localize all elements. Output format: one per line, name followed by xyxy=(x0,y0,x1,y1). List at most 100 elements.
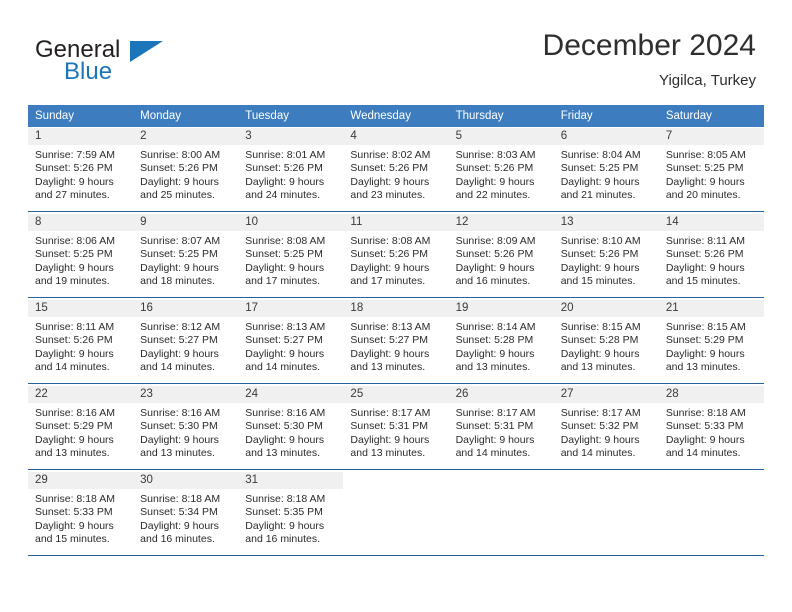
calendar-cell[interactable]: 25 Sunrise: 8:17 AM Sunset: 5:31 PM Dayligh… xyxy=(343,384,449,471)
day-cell[interactable]: 19 Sunrise: 8:14 AM Sunset: 5:28 PM Dayligh… xyxy=(448,299,554,384)
daylight-text-line1: Daylight: 9 hours xyxy=(245,519,325,532)
sunrise-text: Sunrise: 8:18 AM xyxy=(35,493,115,505)
sunset-text: Sunset: 5:26 PM xyxy=(560,248,639,261)
calendar-cell[interactable]: 13 Sunrise: 8:10 AM Sunset: 5:26 PM Dayligh… xyxy=(553,212,659,299)
sunrise-text: Sunrise: 8:16 AM xyxy=(35,407,115,419)
sunset-text: Sunset: 5:32 PM xyxy=(560,420,639,433)
day-cell[interactable]: 8 Sunrise: 8:06 AM Sunset: 5:25 PM Daylight… xyxy=(28,213,134,298)
calendar-cell[interactable]: 8 Sunrise: 8:06 AM Sunset: 5:25 PM Daylight… xyxy=(28,212,134,299)
day-cell[interactable]: 5 Sunrise: 8:03 AM Sunset: 5:26 PM Daylight… xyxy=(448,127,554,212)
calendar-cell[interactable]: 21 Sunrise: 8:15 AM Sunset: 5:29 PM Dayligh… xyxy=(658,298,764,385)
day-details: Sunrise: 8:15 AM Sunset: 5:29 PM Daylight:… xyxy=(659,317,764,375)
calendar-cell[interactable] xyxy=(448,470,554,557)
calendar-cell[interactable] xyxy=(658,470,764,557)
calendar-cell[interactable]: 6 Sunrise: 8:04 AM Sunset: 5:25 PM Daylight… xyxy=(553,127,659,213)
calendar-week-row: 1 Sunrise: 7:59 AM Sunset: 5:26 PM Daylight… xyxy=(28,127,764,213)
page-header: General Blue December 2024 Yigilca, Turk… xyxy=(0,0,792,100)
brand-triangle-icon xyxy=(130,41,163,62)
day-cell[interactable]: 17 Sunrise: 8:13 AM Sunset: 5:27 PM Dayligh… xyxy=(238,299,344,384)
calendar-cell[interactable]: 1 Sunrise: 7:59 AM Sunset: 5:26 PM Daylight… xyxy=(28,127,134,213)
daylight-text-line1: Daylight: 9 hours xyxy=(35,519,114,532)
calendar-cell[interactable]: 17 Sunrise: 8:13 AM Sunset: 5:27 PM Dayligh… xyxy=(238,298,344,385)
calendar-cell[interactable]: 2 Sunrise: 8:00 AM Sunset: 5:26 PM Daylight… xyxy=(133,127,239,213)
daylight-text-line1: Daylight: 9 hours xyxy=(560,175,640,188)
day-cell[interactable]: 20 Sunrise: 8:15 AM Sunset: 5:28 PM Dayligh… xyxy=(553,299,659,384)
day-details: Sunrise: 8:00 AM Sunset: 5:26 PM Daylight:… xyxy=(133,145,238,203)
day-cell[interactable]: 10 Sunrise: 8:08 AM Sunset: 5:25 PM Dayligh… xyxy=(238,213,344,298)
day-number xyxy=(449,472,554,489)
calendar-cell[interactable]: 3 Sunrise: 8:01 AM Sunset: 5:26 PM Daylight… xyxy=(238,127,344,213)
calendar-cell[interactable]: 29 Sunrise: 8:18 AM Sunset: 5:33 PM Dayligh… xyxy=(28,470,134,557)
calendar-cell[interactable]: 28 Sunrise: 8:18 AM Sunset: 5:33 PM Dayligh… xyxy=(658,384,764,471)
calendar-cell[interactable]: 5 Sunrise: 8:03 AM Sunset: 5:26 PM Daylight… xyxy=(448,127,554,213)
sunset-text: Sunset: 5:26 PM xyxy=(350,248,429,261)
calendar-cell[interactable]: 7 Sunrise: 8:05 AM Sunset: 5:25 PM Daylight… xyxy=(658,127,764,213)
calendar-cell[interactable]: 27 Sunrise: 8:17 AM Sunset: 5:32 PM Dayligh… xyxy=(553,384,659,471)
day-number: 12 xyxy=(448,214,554,231)
day-details: Sunrise: 8:10 AM Sunset: 5:26 PM Daylight:… xyxy=(554,231,659,289)
weekday-header-thursday: Thursday xyxy=(448,105,554,127)
day-cell[interactable]: 11 Sunrise: 8:08 AM Sunset: 5:26 PM Dayligh… xyxy=(343,213,449,298)
day-cell[interactable]: 4 Sunrise: 8:02 AM Sunset: 5:26 PM Daylight… xyxy=(343,127,449,212)
calendar-cell[interactable] xyxy=(343,470,449,557)
calendar-cell[interactable]: 31 Sunrise: 8:18 AM Sunset: 5:35 PM Dayligh… xyxy=(238,470,344,557)
sunrise-text: Sunrise: 8:11 AM xyxy=(35,321,115,333)
day-cell[interactable]: 9 Sunrise: 8:07 AM Sunset: 5:25 PM Daylight… xyxy=(133,213,239,298)
calendar-cell[interactable]: 4 Sunrise: 8:02 AM Sunset: 5:26 PM Daylight… xyxy=(343,127,449,213)
sunrise-text: Sunrise: 8:13 AM xyxy=(350,321,431,333)
day-number: 26 xyxy=(448,386,554,403)
day-cell[interactable]: 15 Sunrise: 8:11 AM Sunset: 5:26 PM Dayligh… xyxy=(28,299,134,384)
day-cell[interactable]: 26 Sunrise: 8:17 AM Sunset: 5:31 PM Dayligh… xyxy=(448,385,554,470)
day-cell[interactable]: 3 Sunrise: 8:01 AM Sunset: 5:26 PM Daylight… xyxy=(238,127,344,212)
day-cell[interactable]: 18 Sunrise: 8:13 AM Sunset: 5:27 PM Dayligh… xyxy=(343,299,449,384)
day-cell[interactable]: 6 Sunrise: 8:04 AM Sunset: 5:25 PM Daylight… xyxy=(553,127,659,212)
calendar-cell[interactable]: 18 Sunrise: 8:13 AM Sunset: 5:27 PM Dayligh… xyxy=(343,298,449,385)
calendar-cell[interactable]: 19 Sunrise: 8:14 AM Sunset: 5:28 PM Dayligh… xyxy=(448,298,554,385)
general-blue-logo[interactable]: General Blue xyxy=(35,36,245,88)
sunset-text: Sunset: 5:25 PM xyxy=(665,162,744,175)
calendar-table: Sunday Monday Tuesday Wednesday Thursday… xyxy=(28,105,764,557)
calendar-week-row: 29 Sunrise: 8:18 AM Sunset: 5:33 PM Dayligh… xyxy=(28,470,764,557)
calendar-cell[interactable]: 22 Sunrise: 8:16 AM Sunset: 5:29 PM Dayligh… xyxy=(28,384,134,471)
calendar-cell[interactable]: 14 Sunrise: 8:11 AM Sunset: 5:26 PM Dayligh… xyxy=(658,212,764,299)
calendar-cell[interactable]: 16 Sunrise: 8:12 AM Sunset: 5:27 PM Dayligh… xyxy=(133,298,239,385)
day-cell[interactable]: 28 Sunrise: 8:18 AM Sunset: 5:33 PM Dayligh… xyxy=(658,385,764,470)
day-cell[interactable]: 13 Sunrise: 8:10 AM Sunset: 5:26 PM Dayligh… xyxy=(553,213,659,298)
calendar-cell[interactable]: 11 Sunrise: 8:08 AM Sunset: 5:26 PM Dayligh… xyxy=(343,212,449,299)
day-cell[interactable]: 16 Sunrise: 8:12 AM Sunset: 5:27 PM Dayligh… xyxy=(133,299,239,384)
day-cell[interactable]: 27 Sunrise: 8:17 AM Sunset: 5:32 PM Dayligh… xyxy=(553,385,659,470)
calendar-cell[interactable]: 12 Sunrise: 8:09 AM Sunset: 5:26 PM Dayligh… xyxy=(448,212,554,299)
day-cell[interactable]: 12 Sunrise: 8:09 AM Sunset: 5:26 PM Dayligh… xyxy=(448,213,554,298)
day-cell[interactable]: 7 Sunrise: 8:05 AM Sunset: 5:25 PM Daylight… xyxy=(658,127,764,212)
sunrise-text: Sunrise: 8:04 AM xyxy=(560,149,641,161)
daylight-text-line1: Daylight: 9 hours xyxy=(560,261,640,274)
daylight-text-line2: and 16 minutes. xyxy=(455,275,531,288)
calendar-cell[interactable]: 30 Sunrise: 8:18 AM Sunset: 5:34 PM Dayligh… xyxy=(133,470,239,557)
day-cell[interactable]: 21 Sunrise: 8:15 AM Sunset: 5:29 PM Dayligh… xyxy=(658,299,764,384)
calendar-cell[interactable] xyxy=(553,470,659,557)
day-cell[interactable]: 31 Sunrise: 8:18 AM Sunset: 5:35 PM Dayligh… xyxy=(238,471,344,556)
day-cell[interactable]: 24 Sunrise: 8:16 AM Sunset: 5:30 PM Dayligh… xyxy=(238,385,344,470)
day-cell[interactable]: 1 Sunrise: 7:59 AM Sunset: 5:26 PM Daylight… xyxy=(28,127,134,212)
calendar-cell[interactable]: 26 Sunrise: 8:17 AM Sunset: 5:31 PM Dayligh… xyxy=(448,384,554,471)
sunset-text: Sunset: 5:27 PM xyxy=(245,334,323,347)
calendar-cell[interactable]: 15 Sunrise: 8:11 AM Sunset: 5:26 PM Dayligh… xyxy=(28,298,134,385)
calendar-cell[interactable]: 20 Sunrise: 8:15 AM Sunset: 5:28 PM Dayligh… xyxy=(553,298,659,385)
day-cell[interactable]: 25 Sunrise: 8:17 AM Sunset: 5:31 PM Dayligh… xyxy=(343,385,449,470)
day-cell[interactable]: 29 Sunrise: 8:18 AM Sunset: 5:33 PM Dayligh… xyxy=(28,471,134,556)
day-details: Sunrise: 8:07 AM Sunset: 5:25 PM Daylight:… xyxy=(133,231,238,289)
daylight-text-line2: and 27 minutes. xyxy=(35,189,110,202)
calendar-cell[interactable]: 23 Sunrise: 8:16 AM Sunset: 5:30 PM Dayligh… xyxy=(133,384,239,471)
day-cell[interactable]: 22 Sunrise: 8:16 AM Sunset: 5:29 PM Dayligh… xyxy=(28,385,134,470)
calendar-cell[interactable]: 9 Sunrise: 8:07 AM Sunset: 5:25 PM Daylight… xyxy=(133,212,239,299)
day-cell[interactable]: 23 Sunrise: 8:16 AM Sunset: 5:30 PM Dayligh… xyxy=(133,385,239,470)
week-divider xyxy=(28,296,764,298)
day-cell[interactable]: 14 Sunrise: 8:11 AM Sunset: 5:26 PM Dayligh… xyxy=(658,213,764,298)
day-details: Sunrise: 8:17 AM Sunset: 5:31 PM Daylight:… xyxy=(449,403,554,461)
day-cell[interactable]: 30 Sunrise: 8:18 AM Sunset: 5:34 PM Dayligh… xyxy=(133,471,239,556)
calendar-cell[interactable]: 10 Sunrise: 8:08 AM Sunset: 5:25 PM Dayligh… xyxy=(238,212,344,299)
calendar-cell[interactable]: 24 Sunrise: 8:16 AM Sunset: 5:30 PM Dayligh… xyxy=(238,384,344,471)
weekday-header-tuesday: Tuesday xyxy=(238,105,344,127)
daylight-text-line1: Daylight: 9 hours xyxy=(455,433,535,446)
day-cell[interactable]: 2 Sunrise: 8:00 AM Sunset: 5:26 PM Daylight… xyxy=(133,127,239,212)
